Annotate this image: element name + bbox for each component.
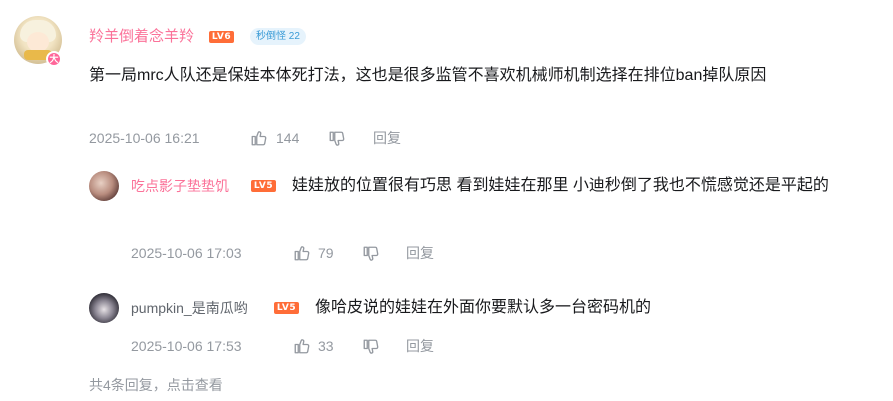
- reply-button[interactable]: 回复: [406, 243, 434, 263]
- reply-time: 2025-10-06 17:03: [131, 245, 242, 261]
- view-more-replies[interactable]: 共4条回复，点击查看: [89, 374, 223, 396]
- reply-button[interactable]: 回复: [406, 336, 434, 356]
- fan-badge[interactable]: 秒倒怪 22: [250, 28, 306, 45]
- comment-text: 第一局mrc人队还是保娃本体死打法，这也是很多监管不喜欢机械师机制选择在排位ba…: [89, 67, 767, 84]
- level-badge: LV6: [209, 31, 234, 43]
- comment-time: 2025-10-06 16:21: [89, 130, 200, 146]
- reply-text: 像哈皮说的娃娃在外面你要默认多一台密码机的: [315, 299, 652, 316]
- like-count: 33: [318, 338, 334, 354]
- avatar-face: [27, 32, 49, 52]
- like-count: 79: [318, 245, 334, 261]
- reply-avatar[interactable]: [89, 293, 119, 323]
- avatar-badge: 大: [46, 51, 62, 67]
- thumbs-up-icon[interactable]: [293, 244, 311, 262]
- thumbs-down-icon[interactable]: [362, 338, 380, 356]
- thumbs-down-icon[interactable]: [328, 130, 346, 148]
- like-count: 144: [276, 130, 300, 146]
- level-badge: LV5: [274, 302, 299, 314]
- reply-username[interactable]: pumpkin_是南瓜哟: [131, 298, 248, 318]
- reply-avatar[interactable]: [89, 171, 119, 201]
- reply-text: 娃娃放的位置很有巧思 看到娃娃在那里 小迪秒倒了我也不慌感觉还是平起的: [292, 177, 829, 194]
- reply-time: 2025-10-06 17:53: [131, 338, 242, 354]
- thumbs-up-icon[interactable]: [293, 337, 311, 355]
- thumbs-down-icon[interactable]: [362, 245, 380, 263]
- thumbs-up-icon[interactable]: [250, 129, 268, 147]
- username[interactable]: 羚羊倒着念羊羚: [89, 27, 194, 47]
- reply-button[interactable]: 回复: [373, 128, 401, 148]
